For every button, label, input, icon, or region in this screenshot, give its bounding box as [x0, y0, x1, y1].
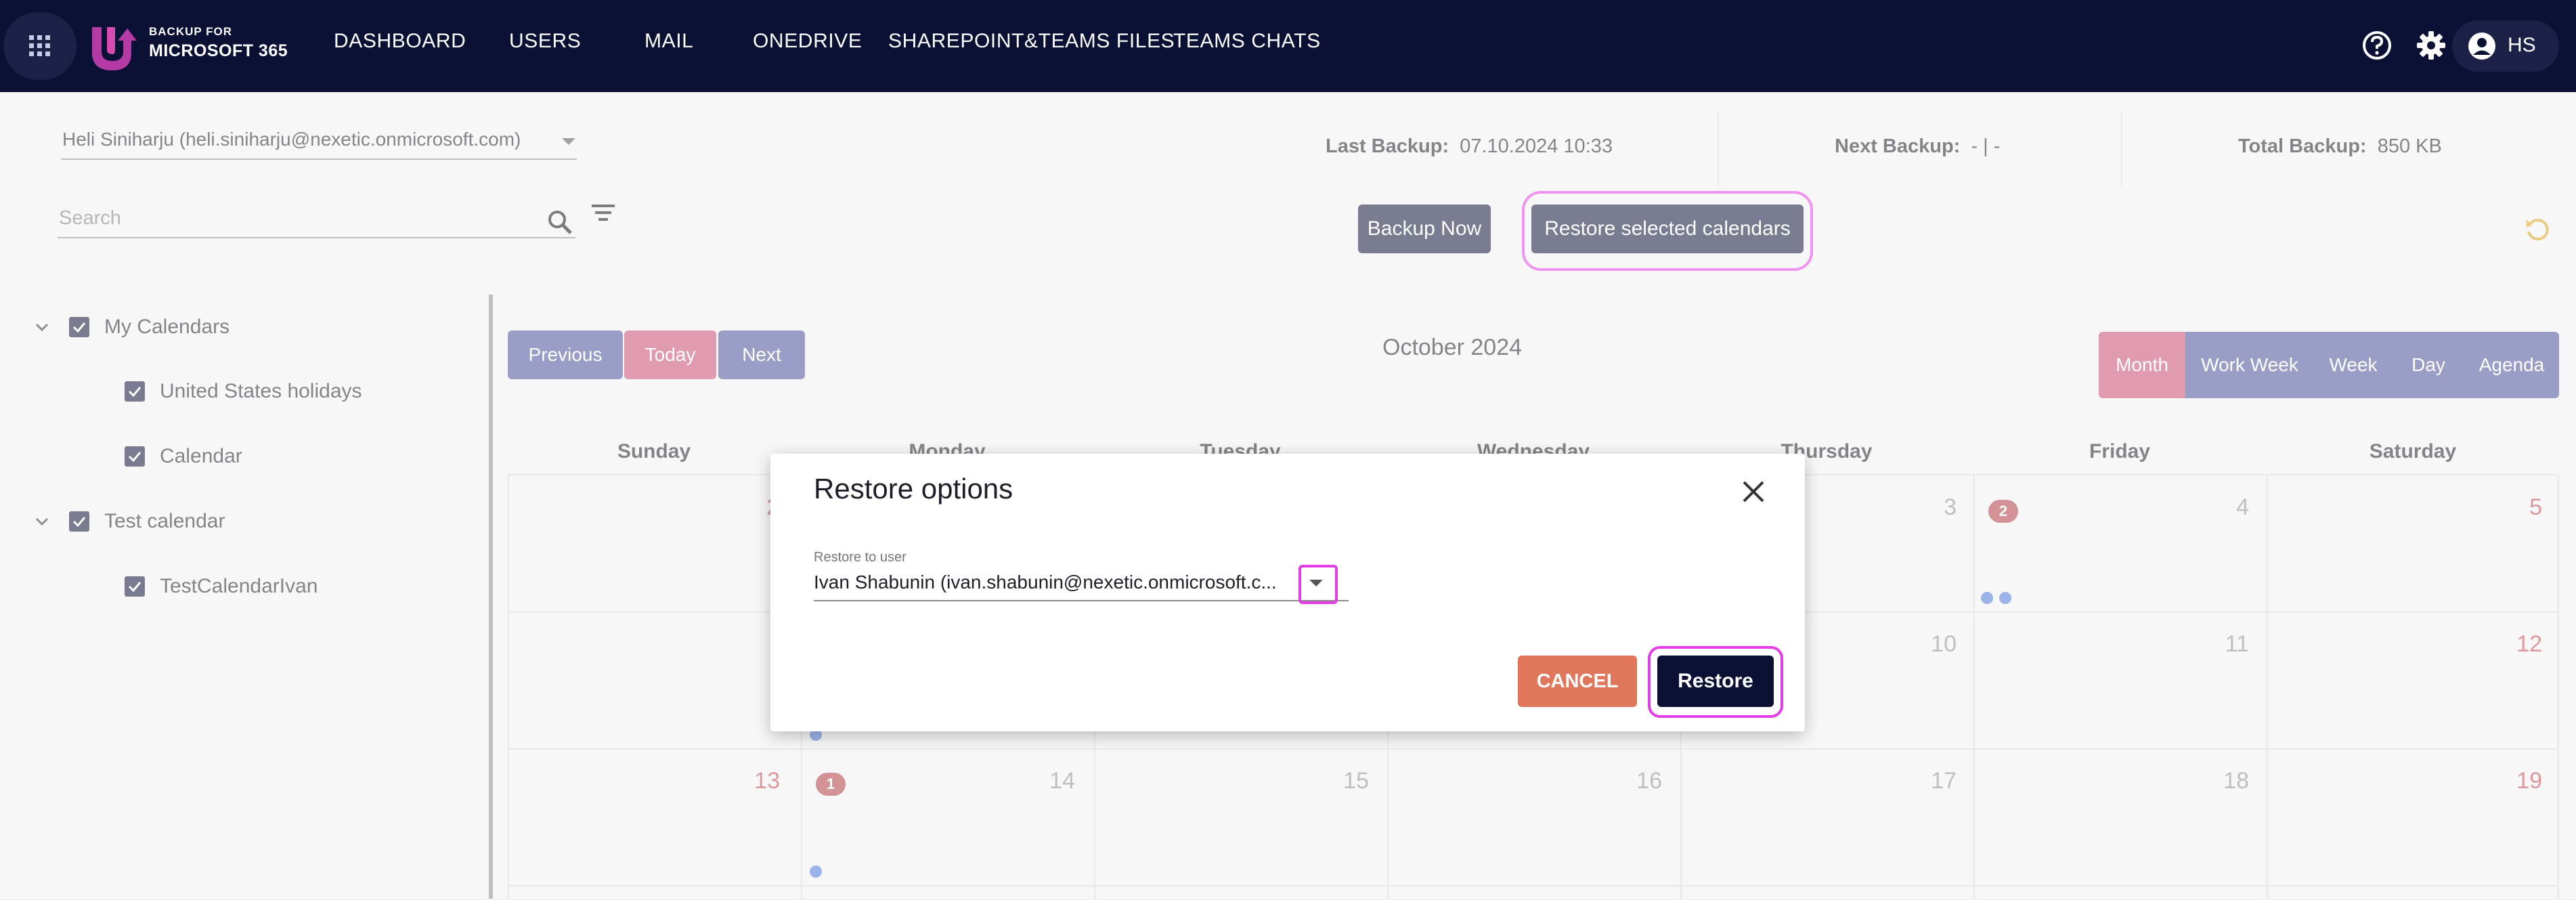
brand-line-2: MICROSOFT 365 [149, 41, 288, 60]
restore-to-user-select[interactable]: Ivan Shabunin (ivan.shabunin@nexetic.onm… [814, 567, 1349, 601]
restore-button[interactable]: Restore [1657, 656, 1774, 707]
nav-link-users[interactable]: USERS [509, 30, 581, 53]
top-navigation-bar: BACKUP FOR MICROSOFT 365 DASHBOARD USERS… [0, 0, 2576, 92]
brand-logo-icon [92, 27, 137, 70]
restore-options-dialog: Restore options Restore to user Ivan Sha… [770, 454, 1805, 731]
nav-link-dashboard[interactable]: DASHBOARD [334, 30, 466, 53]
dialog-title: Restore options [814, 473, 1013, 505]
nav-link-teams-chats[interactable]: TEAMS CHATS [1173, 30, 1321, 53]
restore-to-user-value: Ivan Shabunin (ivan.shabunin@nexetic.onm… [814, 572, 1277, 593]
chevron-down-icon[interactable] [1309, 580, 1323, 586]
nav-link-sharepoint-teams-files[interactable]: SHAREPOINT&TEAMS FILES [888, 30, 1175, 53]
restore-to-user-label: Restore to user [814, 550, 907, 565]
cancel-button[interactable]: CANCEL [1518, 656, 1637, 707]
settings-icon[interactable] [2414, 28, 2448, 62]
user-menu-button[interactable]: HS [2452, 20, 2559, 72]
account-icon [2468, 33, 2495, 60]
nav-link-mail[interactable]: MAIL [645, 30, 693, 53]
nav-link-onedrive[interactable]: ONEDRIVE [753, 30, 863, 53]
apps-grid-button[interactable] [3, 12, 77, 80]
user-initials: HS [2508, 34, 2536, 56]
close-icon[interactable] [1740, 478, 1767, 505]
brand-name: BACKUP FOR MICROSOFT 365 [149, 26, 288, 60]
apps-grid-icon [29, 35, 50, 56]
help-icon[interactable] [2360, 28, 2394, 62]
brand-line-1: BACKUP FOR [149, 25, 233, 38]
